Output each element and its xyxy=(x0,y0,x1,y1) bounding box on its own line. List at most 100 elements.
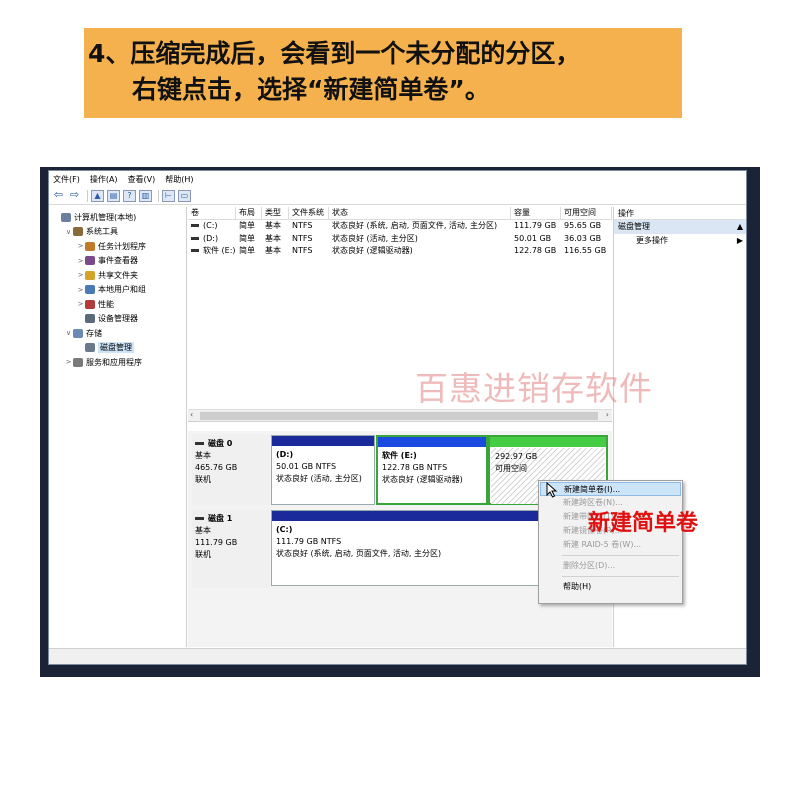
tree-item[interactable]: > 任务计划程序 xyxy=(49,239,186,254)
tree-node-icon xyxy=(85,299,95,309)
properties-icon[interactable]: ▤ xyxy=(107,189,120,202)
table-cell: 122.78 GB xyxy=(511,245,561,258)
window-icon[interactable]: ▭ xyxy=(178,189,191,202)
column-header[interactable]: 容量 xyxy=(511,207,561,219)
menu-file[interactable]: 文件(F) xyxy=(53,174,80,185)
chevron-right-icon[interactable]: > xyxy=(64,358,73,366)
tree-item-label: 事件查看器 xyxy=(98,256,138,266)
forward-arrow-icon[interactable]: ⇨ xyxy=(68,189,81,202)
table-row[interactable]: 软件 (E:) 简单 基本 NTFS 状态良好 (逻辑驱动器) 122.78 GB 116.… xyxy=(188,245,612,258)
navigation-tree: 计算机管理(本地) ∨ 系统工具 > 任务计划程序 > 事件查看器 > 共享文件夹 > 本地用户和组… xyxy=(49,207,187,647)
table-cell: 简单 xyxy=(236,233,262,246)
menu-help[interactable]: 帮助(H) xyxy=(165,174,193,185)
table-cell: 基本 xyxy=(262,220,289,233)
disk-1-status: 联机 xyxy=(195,550,211,559)
expand-down-icon[interactable]: ∨ xyxy=(64,228,73,236)
screenshot-frame: 文件(F) 操作(A) 查看(V) 帮助(H) ⇦ ⇨ ▲ ▤ ? ▥ ⊢ ▭ … xyxy=(40,167,760,677)
cell-text: 36.03 GB xyxy=(564,233,602,243)
column-header[interactable]: 文件系统 xyxy=(289,207,329,219)
table-cell: 基本 xyxy=(262,233,289,246)
free-space-size: 292.97 GB xyxy=(495,452,538,461)
menu-view[interactable]: 查看(V) xyxy=(128,174,156,185)
show-hide-pane-icon[interactable]: ▥ xyxy=(139,189,152,202)
partition-e-size: 122.78 GB NTFS xyxy=(382,463,448,472)
context-menu-item: 删除分区(D)... xyxy=(563,561,616,570)
extended-partition[interactable]: 软件 (E:) 122.78 GB NTFS 状态良好 (逻辑驱动器) xyxy=(376,435,488,505)
context-menu-item[interactable]: 帮助(H) xyxy=(540,580,681,594)
free-space-status: 可用空间 xyxy=(495,464,527,473)
cell-text: (D:) xyxy=(203,233,219,243)
tree-item-label: 存储 xyxy=(86,328,102,338)
tree-item-label: 服务和应用程序 xyxy=(86,357,142,367)
table-cell: 软件 (E:) xyxy=(188,245,236,258)
scroll-left-icon[interactable]: ‹ xyxy=(190,410,193,419)
column-header[interactable]: 类型 xyxy=(262,207,289,219)
tree-item[interactable]: ∨ 系统工具 xyxy=(49,225,186,240)
volume-icon xyxy=(191,224,199,227)
scroll-thumb[interactable] xyxy=(200,412,598,420)
primary-partition-bar xyxy=(272,436,374,446)
help-icon[interactable]: ? xyxy=(123,189,136,202)
chevron-right-icon[interactable]: > xyxy=(76,300,85,308)
table-cell: NTFS xyxy=(289,245,329,258)
scroll-right-icon[interactable]: › xyxy=(606,410,609,419)
actions-header: 操作 xyxy=(614,207,746,220)
tree-item-label: 磁盘管理 xyxy=(98,342,134,354)
table-cell: 50.01 GB xyxy=(511,233,561,246)
up-folder-icon[interactable]: ▲ xyxy=(91,189,104,202)
disk-icon xyxy=(195,442,204,445)
tree-item[interactable]: ∨ 存储 xyxy=(49,326,186,341)
tree-item[interactable]: 设备管理器 xyxy=(49,312,186,327)
cell-text: NTFS xyxy=(292,221,313,230)
volume-list-header: 卷布局 类型 文件系统 状态 容量 可用空间 xyxy=(188,207,612,220)
horizontal-scrollbar[interactable]: ‹ › xyxy=(188,409,612,421)
status-bar xyxy=(49,648,746,664)
disk-1-type: 基本 xyxy=(195,526,211,535)
back-arrow-icon[interactable]: ⇦ xyxy=(52,189,65,202)
chevron-right-icon[interactable]: > xyxy=(76,286,85,294)
table-row[interactable]: (C:) 简单 基本 NTFS 状态良好 (系统, 启动, 页面文件, 活动, 主分区)… xyxy=(188,220,612,233)
collapse-up-icon[interactable]: ▲ xyxy=(737,220,743,234)
menu-action[interactable]: 操作(A) xyxy=(90,174,118,185)
column-header[interactable]: 卷 xyxy=(188,207,236,219)
partition-d-size: 50.01 GB NTFS xyxy=(276,462,337,471)
column-header[interactable]: 可用空间 xyxy=(561,207,612,219)
pin-icon[interactable]: ⊢ xyxy=(162,189,175,202)
disk-1-info[interactable]: 磁盘 1 基本 111.79 GB 联机 xyxy=(192,510,270,588)
more-actions-item[interactable]: 更多操作 ▶ xyxy=(614,234,746,248)
expand-down-icon[interactable]: ∨ xyxy=(64,329,73,337)
column-header[interactable]: 布局 xyxy=(236,207,262,219)
cell-text: 基本 xyxy=(265,246,281,255)
cell-text: 116.55 GB xyxy=(564,246,607,255)
tree-node-icon xyxy=(85,270,95,280)
banner-line-2: 右键点击，选择“新建简单卷”。 xyxy=(132,75,490,104)
cell-text: 基本 xyxy=(265,233,281,243)
disk-0-info[interactable]: 磁盘 0 基本 465.76 GB 联机 xyxy=(192,435,270,505)
chevron-right-icon[interactable]: > xyxy=(76,242,85,250)
tree-item[interactable]: > 共享文件夹 xyxy=(49,268,186,283)
tree-item[interactable]: > 本地用户和组 xyxy=(49,283,186,298)
cell-text: 状态良好 (逻辑驱动器) xyxy=(332,246,413,255)
table-row[interactable]: (D:) 简单 基本 NTFS 状态良好 (活动, 主分区) 50.01 GB 36.03 … xyxy=(188,233,612,246)
volume-icon xyxy=(191,236,199,240)
actions-section-disk-management[interactable]: 磁盘管理 ▲ xyxy=(614,220,746,234)
context-menu-item[interactable]: 新建简单卷(I)... xyxy=(540,482,681,496)
partition-d[interactable]: (D:) 50.01 GB NTFS 状态良好 (活动, 主分区) xyxy=(271,435,375,505)
column-header[interactable]: 状态 xyxy=(329,207,511,219)
tree-item[interactable]: > 事件查看器 xyxy=(49,254,186,269)
cell-text: 状态良好 (活动, 主分区) xyxy=(332,233,418,243)
partition-d-label: (D:) xyxy=(276,450,294,459)
tree-item[interactable]: > 性能 xyxy=(49,297,186,312)
chevron-right-icon[interactable]: > xyxy=(76,271,85,279)
chevron-right-icon[interactable]: > xyxy=(76,257,85,265)
partition-e[interactable]: 软件 (E:) 122.78 GB NTFS 状态良好 (逻辑驱动器) xyxy=(378,447,486,486)
tree-item[interactable]: 计算机管理(本地) xyxy=(49,210,186,225)
tree-item[interactable]: > 服务和应用程序 xyxy=(49,355,186,370)
tree-item[interactable]: 磁盘管理 xyxy=(49,341,186,356)
tree-item-label: 设备管理器 xyxy=(98,314,138,324)
tree-item-label: 计算机管理(本地) xyxy=(74,212,137,222)
tree-node-icon xyxy=(85,256,95,266)
tree-node-icon xyxy=(85,314,95,324)
table-cell: 简单 xyxy=(236,220,262,233)
cell-text: 122.78 GB xyxy=(514,246,557,255)
